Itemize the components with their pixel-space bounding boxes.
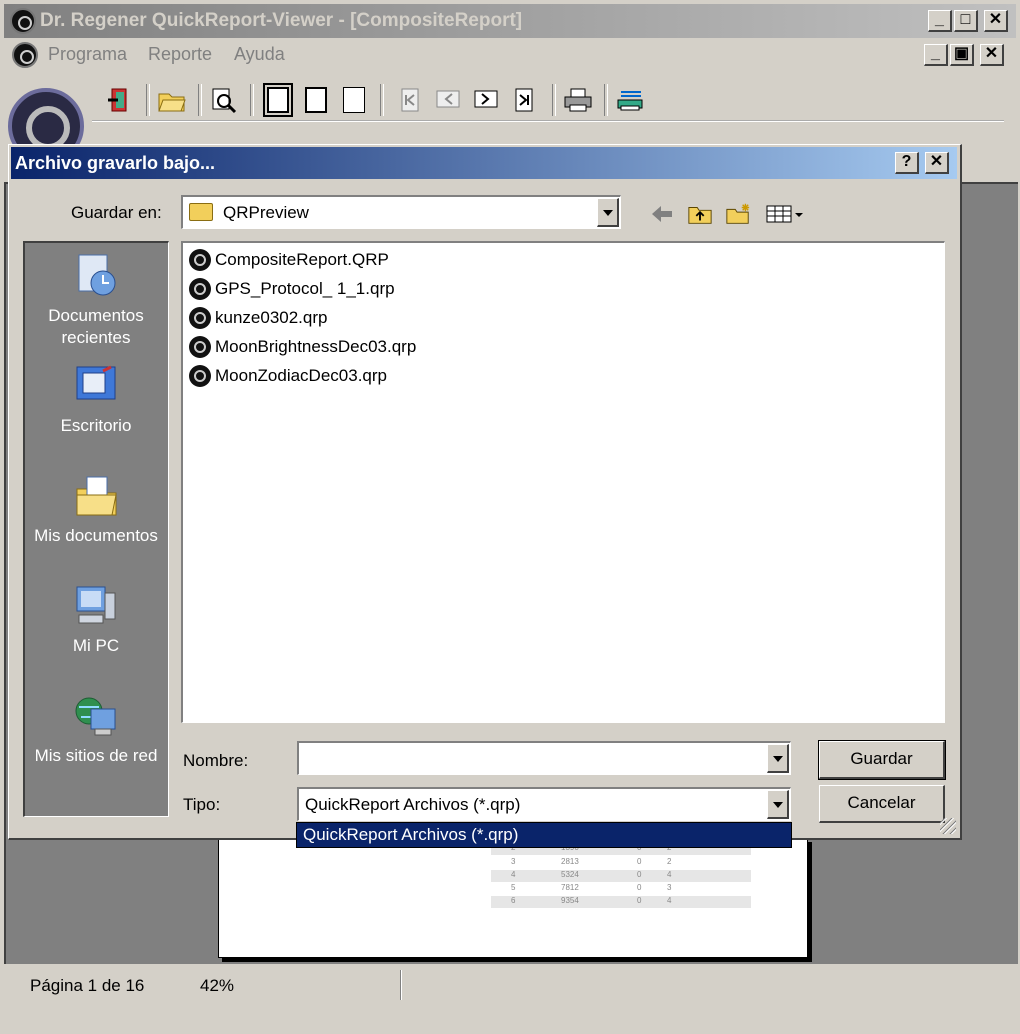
app-logo-icon bbox=[10, 8, 36, 34]
file-type-combo[interactable]: QuickReport Archivos (*.qrp) bbox=[297, 787, 791, 821]
name-label: Nombre: bbox=[183, 751, 249, 770]
dialog-title: Archivo gravarlo bajo... bbox=[15, 153, 216, 173]
list-item[interactable]: kunze0302.qrp bbox=[189, 305, 327, 331]
menu-bar: Programa Reporte Ayuda _ ▣ ✕ bbox=[4, 40, 1016, 70]
places-bar: Documentos recientes Escritorio Mis docu… bbox=[23, 241, 169, 817]
report-page: 2139002 3281302 4532404 5781203 6935404 bbox=[218, 838, 808, 958]
network-places-icon bbox=[73, 693, 119, 739]
report-row: 5 7812 0 3 bbox=[511, 883, 672, 892]
print-icon[interactable] bbox=[562, 84, 594, 116]
dialog-title-bar: Archivo gravarlo bajo... ? ✕ bbox=[11, 147, 957, 179]
open-folder-icon[interactable] bbox=[156, 84, 188, 116]
list-item[interactable]: MoonBrightnessDec03.qrp bbox=[189, 334, 416, 360]
document-logo-icon[interactable] bbox=[12, 42, 38, 68]
save-in-label: Guardar en: bbox=[71, 203, 162, 222]
place-recent-documents[interactable]: Documentos recientes bbox=[25, 253, 167, 349]
status-divider bbox=[400, 970, 402, 1000]
qrp-file-icon bbox=[189, 307, 211, 329]
close-button[interactable]: ✕ bbox=[984, 10, 1008, 32]
window-title: Dr. Regener QuickReport-Viewer - [Compos… bbox=[40, 10, 523, 31]
recent-documents-icon bbox=[73, 253, 119, 299]
folder-icon bbox=[189, 203, 213, 221]
my-documents-icon bbox=[73, 473, 119, 519]
new-folder-icon[interactable] bbox=[725, 201, 751, 227]
printer-setup-icon[interactable] bbox=[614, 84, 646, 116]
file-name: MoonZodiacDec03.qrp bbox=[215, 366, 387, 385]
status-zoom-level: 42% bbox=[200, 976, 235, 995]
up-folder-icon[interactable] bbox=[687, 201, 713, 227]
dialog-close-button[interactable]: ✕ bbox=[925, 152, 949, 174]
first-page-icon[interactable] bbox=[394, 84, 426, 116]
list-item[interactable]: GPS_Protocol_ 1_1.qrp bbox=[189, 276, 395, 302]
qrp-file-icon bbox=[189, 336, 211, 358]
menu-reporte[interactable]: Reporte bbox=[148, 44, 212, 65]
chevron-down-icon[interactable] bbox=[767, 744, 789, 773]
toolbar-separator bbox=[380, 84, 384, 116]
save-as-dialog: Archivo gravarlo bajo... ? ✕ Guardar en:… bbox=[8, 144, 962, 840]
my-computer-icon bbox=[73, 583, 119, 629]
file-list[interactable]: CompositeReport.QRP GPS_Protocol_ 1_1.qr… bbox=[181, 241, 945, 723]
save-in-combo[interactable]: QRPreview bbox=[181, 195, 621, 229]
menu-programa[interactable]: Programa bbox=[48, 44, 127, 65]
file-name-combo[interactable] bbox=[297, 741, 791, 775]
status-page-number: Página 1 de 16 bbox=[30, 976, 145, 995]
file-type-value: QuickReport Archivos (*.qrp) bbox=[305, 795, 521, 814]
file-name: CompositeReport.QRP bbox=[215, 250, 389, 269]
toolbar-separator bbox=[146, 84, 150, 116]
list-item[interactable]: CompositeReport.QRP bbox=[189, 247, 389, 273]
resize-grip[interactable] bbox=[940, 818, 956, 834]
doc-close-button[interactable]: ✕ bbox=[980, 44, 1004, 66]
save-in-value: QRPreview bbox=[223, 203, 309, 222]
qrp-file-icon bbox=[189, 278, 211, 300]
toolbar-separator bbox=[604, 84, 608, 116]
toolbar-separator bbox=[250, 84, 254, 116]
report-row: 4 5324 0 4 bbox=[491, 870, 751, 882]
status-bar: Página 1 de 16 42% bbox=[4, 966, 1016, 1030]
desktop-icon bbox=[73, 363, 119, 409]
list-item[interactable]: MoonZodiacDec03.qrp bbox=[189, 363, 387, 389]
chevron-down-icon[interactable] bbox=[767, 790, 789, 819]
exit-icon[interactable] bbox=[104, 84, 136, 116]
cancel-button[interactable]: Cancelar bbox=[819, 785, 945, 823]
title-bar: Dr. Regener QuickReport-Viewer - [Compos… bbox=[4, 4, 1016, 38]
zoom-icon[interactable] bbox=[208, 84, 240, 116]
back-arrow-icon[interactable] bbox=[649, 201, 675, 227]
dialog-help-button[interactable]: ? bbox=[895, 152, 919, 174]
place-desktop[interactable]: Escritorio bbox=[25, 363, 167, 437]
page-fit-icon[interactable] bbox=[262, 83, 294, 117]
page-full-icon[interactable] bbox=[338, 84, 370, 116]
menu-ayuda[interactable]: Ayuda bbox=[234, 44, 285, 65]
doc-minimize-button[interactable]: _ bbox=[924, 44, 948, 66]
file-name: kunze0302.qrp bbox=[215, 308, 328, 327]
toolbar-separator bbox=[198, 84, 202, 116]
save-button[interactable]: Guardar bbox=[818, 740, 946, 780]
prev-page-icon[interactable] bbox=[432, 84, 464, 116]
doc-restore-button[interactable]: ▣ bbox=[950, 44, 974, 66]
place-my-computer[interactable]: Mi PC bbox=[25, 583, 167, 657]
minimize-button[interactable]: _ bbox=[928, 10, 952, 32]
qrp-file-icon bbox=[189, 249, 211, 271]
main-window: Dr. Regener QuickReport-Viewer - [Compos… bbox=[0, 0, 1020, 1034]
report-row: 6 9354 0 4 bbox=[491, 896, 751, 908]
file-name: MoonBrightnessDec03.qrp bbox=[215, 337, 417, 356]
file-name: GPS_Protocol_ 1_1.qrp bbox=[215, 279, 395, 298]
last-page-icon[interactable] bbox=[508, 84, 540, 116]
dropdown-option-selected[interactable]: QuickReport Archivos (*.qrp) bbox=[297, 823, 791, 847]
chevron-down-icon[interactable] bbox=[597, 198, 619, 227]
maximize-button[interactable]: □ bbox=[954, 10, 978, 32]
page-width-icon[interactable] bbox=[300, 84, 332, 116]
type-label: Tipo: bbox=[183, 795, 221, 814]
file-type-dropdown-list[interactable]: QuickReport Archivos (*.qrp) bbox=[296, 822, 792, 848]
toolbar-separator bbox=[552, 84, 556, 116]
place-network[interactable]: Mis sitios de red bbox=[25, 693, 167, 767]
place-my-documents[interactable]: Mis documentos bbox=[25, 473, 167, 547]
report-row: 3 2813 0 2 bbox=[511, 857, 672, 866]
qrp-file-icon bbox=[189, 365, 211, 387]
next-page-icon[interactable] bbox=[470, 84, 502, 116]
view-menu-icon[interactable] bbox=[763, 201, 807, 227]
